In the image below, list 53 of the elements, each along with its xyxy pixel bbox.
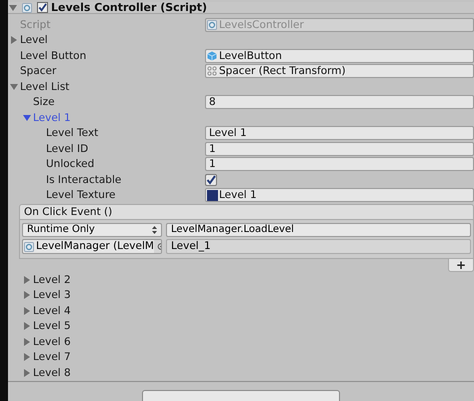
checkbox[interactable]	[205, 174, 217, 186]
field-label: Level ID	[46, 144, 88, 154]
text-field[interactable]: 1	[205, 157, 474, 172]
foldout-label[interactable]: Level 7	[33, 352, 71, 362]
foldout-label[interactable]: Level 2	[33, 274, 71, 285]
script-icon	[207, 20, 217, 30]
foldout-label[interactable]: Level 6	[33, 336, 71, 347]
event-header: On Click Event ()	[19, 204, 474, 220]
enable-checkbox[interactable]	[37, 2, 48, 13]
foldout-label[interactable]: Level 8	[33, 368, 71, 378]
component-title: Levels Controller (Script)	[51, 2, 208, 13]
field-label: Level Texture	[46, 190, 116, 200]
text-field[interactable]: 1	[205, 142, 474, 156]
foldout-label[interactable]: Level List	[20, 82, 70, 92]
expanded-arrow-icon[interactable]	[23, 114, 31, 122]
field-label: Is Interactable	[46, 174, 122, 185]
object-field[interactable]: Spacer (Rect Transform)	[205, 64, 474, 78]
collapsed-arrow-icon[interactable]	[23, 322, 31, 330]
expanded-arrow-icon[interactable]	[10, 82, 18, 91]
rect-transform-icon	[207, 66, 217, 76]
script-icon	[22, 2, 32, 12]
field-label: Unlocked	[46, 159, 94, 170]
foldout-label[interactable]: Level 4	[33, 306, 71, 316]
argument-field[interactable]: Level_1	[166, 239, 471, 254]
object-field[interactable]: LevelButton	[205, 48, 474, 63]
expanded-arrow-icon[interactable]	[9, 4, 17, 12]
collapsed-arrow-icon[interactable]	[23, 276, 31, 284]
collapsed-arrow-icon[interactable]	[23, 306, 31, 315]
field-label: Spacer	[20, 66, 56, 76]
field-label: Level Button	[20, 50, 86, 61]
field-label: Size	[33, 97, 55, 108]
collapsed-arrow-icon[interactable]	[23, 353, 31, 362]
text-field[interactable]: 8	[205, 95, 474, 110]
add-button[interactable]: +	[448, 259, 474, 272]
field-label: Script	[20, 20, 50, 30]
dropdown-arrows-icon	[152, 226, 157, 234]
texture-swatch-icon	[207, 190, 218, 201]
mode-dropdown[interactable]: Runtime Only	[22, 223, 162, 237]
function-dropdown[interactable]: LevelManager.LoadLevel	[166, 223, 471, 237]
collapsed-arrow-icon[interactable]	[23, 368, 31, 377]
collapsed-arrow-icon[interactable]	[23, 338, 31, 346]
cube-icon	[207, 50, 217, 61]
script-icon	[24, 242, 34, 252]
foldout-label[interactable]: Level 3	[33, 290, 71, 300]
foldout-label[interactable]: Level 1	[33, 112, 71, 123]
field-label: Level Text	[46, 128, 98, 138]
foldout-label[interactable]: Level	[20, 35, 48, 46]
target-object-field[interactable]: LevelManager (LevelM	[22, 239, 162, 254]
collapsed-arrow-icon[interactable]	[10, 36, 18, 44]
collapsed-arrow-icon[interactable]	[23, 291, 31, 300]
object-field[interactable]: Level 1	[205, 188, 474, 202]
foldout-label[interactable]: Level 5	[33, 321, 71, 332]
text-field[interactable]: Level 1	[205, 126, 474, 140]
